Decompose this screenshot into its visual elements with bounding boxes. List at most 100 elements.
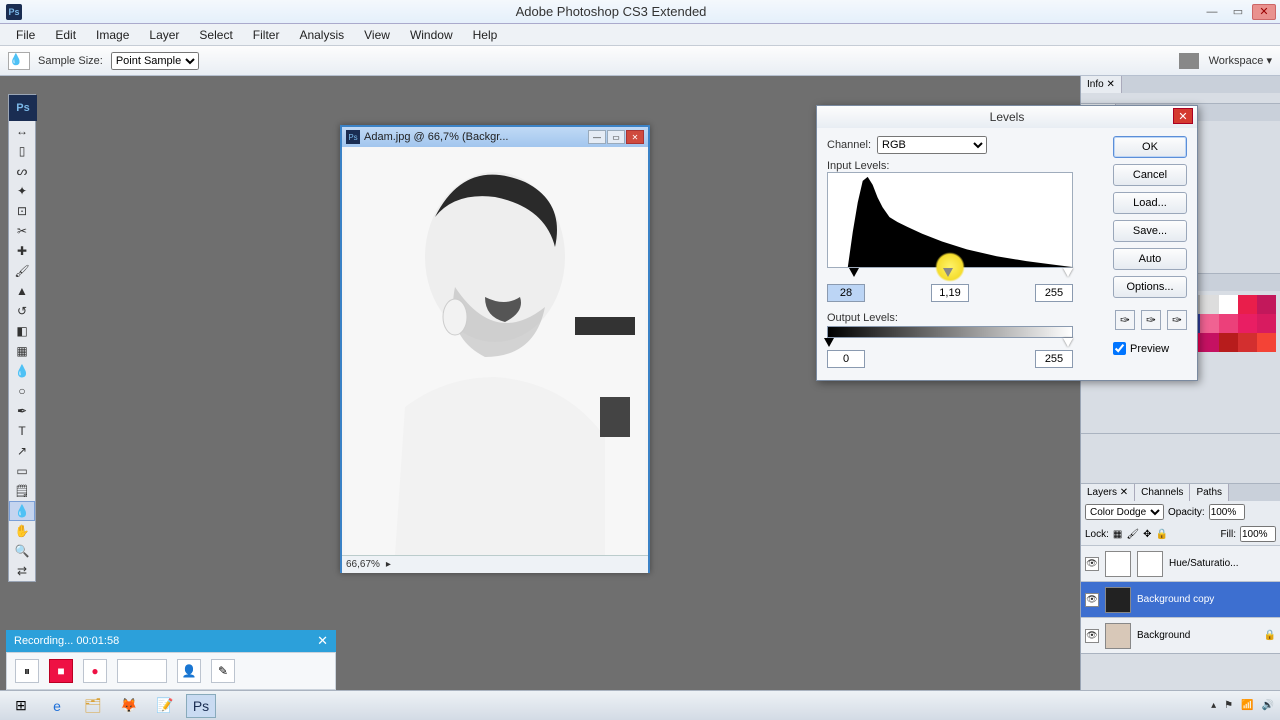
blend-mode-select[interactable]: Color Dodge: [1085, 504, 1164, 520]
eyedropper-tool[interactable]: 💧: [9, 501, 35, 521]
lock-all-icon[interactable]: 🔒: [1155, 529, 1167, 540]
preview-checkbox[interactable]: [1113, 342, 1126, 355]
start-button[interactable]: ⊞: [6, 694, 36, 718]
color-swap-icon[interactable]: ⇄: [9, 561, 35, 581]
document-canvas[interactable]: [342, 147, 648, 555]
minimize-button[interactable]: —: [1200, 4, 1224, 20]
swatch[interactable]: [1238, 314, 1257, 333]
layer-hue-saturation[interactable]: 👁 Hue/Saturatio...: [1081, 545, 1280, 581]
input-black-field[interactable]: [827, 284, 865, 302]
swatch[interactable]: [1219, 333, 1238, 352]
webcam-button[interactable]: 👤: [177, 659, 201, 683]
annotate-button[interactable]: ✎: [211, 659, 235, 683]
info-tab[interactable]: Info ✕: [1081, 76, 1122, 93]
status-arrow-icon[interactable]: ▸: [386, 559, 391, 570]
black-point-slider[interactable]: [849, 268, 859, 277]
layers-tab[interactable]: Layers ✕: [1081, 484, 1135, 501]
menu-layer[interactable]: Layer: [139, 28, 189, 42]
gamma-slider[interactable]: [943, 268, 953, 277]
doc-minimize-button[interactable]: —: [588, 130, 606, 144]
lasso-tool[interactable]: ᔕ: [9, 161, 35, 181]
visibility-icon[interactable]: 👁: [1085, 557, 1099, 571]
pause-button[interactable]: ⏸: [15, 659, 39, 683]
eyedropper-icon[interactable]: 💧: [8, 52, 30, 70]
gray-eyedropper-icon[interactable]: ✑: [1141, 310, 1161, 330]
marquee-tool[interactable]: ▯: [9, 141, 35, 161]
visibility-icon[interactable]: 👁: [1085, 593, 1099, 607]
zoom-tool[interactable]: 🔍: [9, 541, 35, 561]
save-button[interactable]: Save...: [1113, 220, 1187, 242]
lock-position-icon[interactable]: ✥: [1143, 529, 1151, 540]
output-white-slider[interactable]: [1063, 338, 1073, 347]
firefox-icon[interactable]: 🦊: [114, 694, 144, 718]
swatch[interactable]: [1257, 333, 1276, 352]
blur-tool[interactable]: 💧: [9, 361, 35, 381]
shape-tool[interactable]: ▭: [9, 461, 35, 481]
menu-view[interactable]: View: [354, 28, 400, 42]
layer-background-copy[interactable]: 👁 Background copy: [1081, 581, 1280, 617]
tray-network-icon[interactable]: 📶: [1241, 700, 1253, 711]
output-black-field[interactable]: [827, 350, 865, 368]
workspace-menu[interactable]: Workspace ▾: [1209, 54, 1272, 67]
white-point-slider[interactable]: [1063, 268, 1073, 277]
swatch[interactable]: [1200, 295, 1219, 314]
swatch[interactable]: [1257, 295, 1276, 314]
stamp-tool[interactable]: ▲: [9, 281, 35, 301]
tray-up-icon[interactable]: ▴: [1211, 700, 1216, 711]
menu-window[interactable]: Window: [400, 28, 463, 42]
stop-button[interactable]: ■: [49, 659, 73, 683]
output-white-field[interactable]: [1035, 350, 1073, 368]
dodge-tool[interactable]: ○: [9, 381, 35, 401]
menu-filter[interactable]: Filter: [243, 28, 290, 42]
eraser-tool[interactable]: ◧: [9, 321, 35, 341]
swatch[interactable]: [1219, 314, 1238, 333]
sample-size-select[interactable]: Point Sample: [111, 52, 199, 70]
levels-close-button[interactable]: ✕: [1173, 108, 1193, 124]
swatch[interactable]: [1238, 295, 1257, 314]
ok-button[interactable]: OK: [1113, 136, 1187, 158]
swatch[interactable]: [1257, 314, 1276, 333]
move-tool[interactable]: ↔: [9, 121, 35, 141]
lock-transparent-icon[interactable]: ▦: [1113, 529, 1122, 540]
slice-tool[interactable]: ✂: [9, 221, 35, 241]
channels-tab[interactable]: Channels: [1135, 484, 1190, 501]
notes-icon[interactable]: 📝: [150, 694, 180, 718]
visibility-icon[interactable]: 👁: [1085, 629, 1099, 643]
document-titlebar[interactable]: Ps Adam.jpg @ 66,7% (Backgr... — ▭ ✕: [342, 127, 648, 147]
swatch[interactable]: [1200, 333, 1219, 352]
type-tool[interactable]: T: [9, 421, 35, 441]
channel-select[interactable]: RGB: [877, 136, 987, 154]
fill-input[interactable]: [1240, 526, 1276, 542]
history-brush-tool[interactable]: ↺: [9, 301, 35, 321]
tray-flag-icon[interactable]: ⚑: [1224, 700, 1233, 711]
levels-title[interactable]: Levels ✕: [817, 106, 1197, 128]
wand-tool[interactable]: ✦: [9, 181, 35, 201]
options-button[interactable]: Options...: [1113, 276, 1187, 298]
output-slider-track[interactable]: [827, 340, 1073, 350]
notes-tool[interactable]: 🗒: [9, 481, 35, 501]
recording-close-button[interactable]: ✕: [317, 633, 328, 649]
black-eyedropper-icon[interactable]: ✑: [1115, 310, 1135, 330]
path-tool[interactable]: ↗: [9, 441, 35, 461]
close-button[interactable]: ✕: [1252, 4, 1276, 20]
input-gamma-field[interactable]: [931, 284, 969, 302]
menu-help[interactable]: Help: [463, 28, 508, 42]
menu-analysis[interactable]: Analysis: [289, 28, 354, 42]
auto-button[interactable]: Auto: [1113, 248, 1187, 270]
menu-edit[interactable]: Edit: [45, 28, 86, 42]
gradient-tool[interactable]: ▦: [9, 341, 35, 361]
input-slider-track[interactable]: [827, 270, 1073, 280]
pen-tool[interactable]: ✒: [9, 401, 35, 421]
cancel-button[interactable]: Cancel: [1113, 164, 1187, 186]
lock-pixels-icon[interactable]: 🖌: [1126, 529, 1139, 540]
white-eyedropper-icon[interactable]: ✑: [1167, 310, 1187, 330]
doc-maximize-button[interactable]: ▭: [607, 130, 625, 144]
output-black-slider[interactable]: [824, 338, 834, 347]
menu-select[interactable]: Select: [189, 28, 242, 42]
hand-tool[interactable]: ✋: [9, 521, 35, 541]
swatch[interactable]: [1219, 295, 1238, 314]
input-white-field[interactable]: [1035, 284, 1073, 302]
swatch[interactable]: [1238, 333, 1257, 352]
maximize-button[interactable]: ▭: [1226, 4, 1250, 20]
layer-background[interactable]: 👁 Background 🔒: [1081, 617, 1280, 653]
